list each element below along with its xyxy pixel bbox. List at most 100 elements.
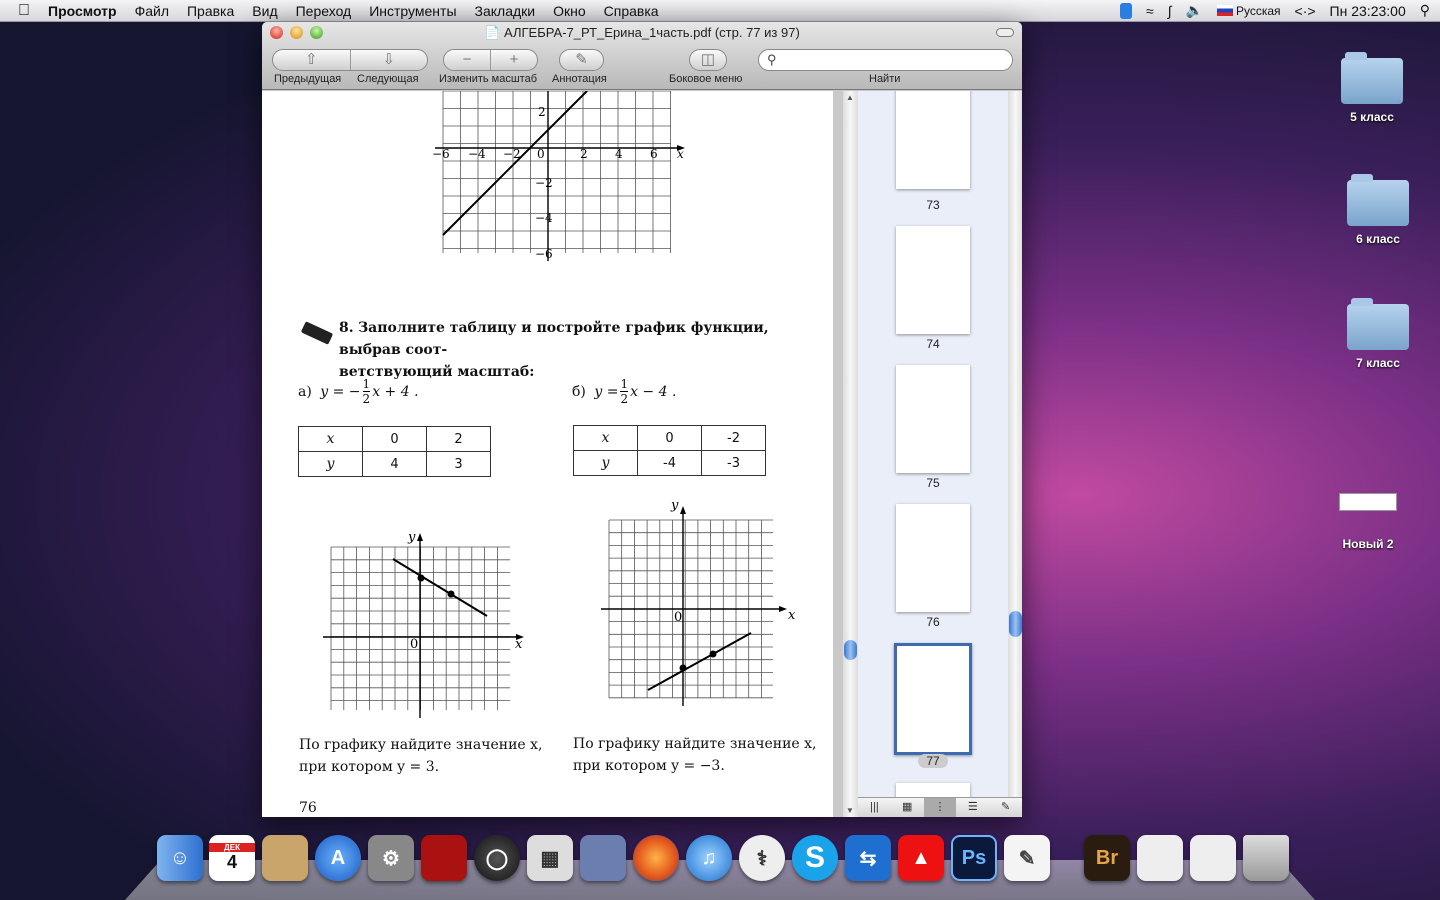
volume-icon[interactable]: 🔈: [1186, 2, 1203, 19]
dock-itunes-icon[interactable]: ♫: [686, 835, 732, 881]
sidebar-scrollbar[interactable]: [1008, 91, 1022, 797]
search-field[interactable]: ⚲: [758, 49, 1013, 71]
plotted-point: [447, 590, 455, 598]
thumbnail-label: 76: [926, 615, 940, 629]
sidebar-toggle-button[interactable]: ◫: [689, 49, 727, 71]
document-scroll-thumb[interactable]: [844, 640, 857, 660]
dock-firefox-icon[interactable]: [633, 835, 679, 881]
dock-minimized-window-1[interactable]: [1137, 835, 1183, 881]
dock-skype-icon[interactable]: S: [792, 835, 838, 881]
annotations-view-icon[interactable]: ✎: [989, 798, 1022, 817]
cell[interactable]: 0: [362, 426, 427, 452]
dock-app-store-icon[interactable]: A: [315, 835, 361, 881]
dock-preview-icon[interactable]: [262, 835, 308, 881]
question-b: По графику найдите значение x, при котор…: [573, 733, 817, 777]
dock-teamviewer-icon[interactable]: ⇆: [845, 835, 891, 881]
cell[interactable]: 0: [637, 425, 702, 451]
task-text: Заполните таблицу и постройте график фун…: [339, 320, 769, 358]
desktop-file-novyi-2[interactable]: Новый 2: [1318, 493, 1418, 551]
dock-automator-icon[interactable]: [580, 835, 626, 881]
dock-system-preferences-icon[interactable]: ⚙: [368, 835, 414, 881]
thumbnail-label: 73: [926, 198, 940, 212]
menu-go[interactable]: Переход: [287, 3, 361, 19]
menu-tools[interactable]: Инструменты: [360, 3, 465, 19]
input-source-menu[interactable]: Русская: [1216, 3, 1281, 18]
dock-textedit-icon[interactable]: ✎: [1004, 835, 1050, 881]
y-axis-arrow: [417, 533, 423, 541]
sidebar-icon: ◫: [700, 51, 716, 68]
thumbnail-page-76[interactable]: [896, 504, 970, 612]
cell: x: [601, 430, 610, 446]
dock-minimized-window-2[interactable]: [1190, 835, 1236, 881]
zoom-in-button[interactable]: +: [490, 50, 537, 70]
thumbnails-view-icon[interactable]: ⋮: [923, 798, 957, 817]
previous-label: Предыдущая: [274, 73, 342, 85]
menu-preview[interactable]: Просмотр: [39, 3, 126, 19]
dock-utility-icon[interactable]: ⚕: [739, 835, 785, 881]
cell[interactable]: 3: [426, 451, 491, 477]
bluetooth-icon[interactable]: ∫: [1168, 3, 1172, 19]
desktop-folder-6[interactable]: 6 класс: [1328, 174, 1428, 246]
formula-text: x + 4 .: [372, 383, 419, 400]
menu-view[interactable]: Вид: [243, 3, 286, 19]
clock[interactable]: Пн 23:23:00: [1330, 3, 1406, 19]
column-view-icon[interactable]: |||: [858, 798, 891, 817]
scroll-down-arrow[interactable]: ▼: [846, 806, 854, 815]
zoom-out-button[interactable]: −: [444, 50, 490, 70]
folder-icon: [1347, 298, 1409, 350]
sidebar-label: Боковое меню: [669, 73, 743, 85]
apple-menu-icon[interactable]: : [0, 2, 39, 20]
spotlight-icon[interactable]: ⚲: [1420, 2, 1430, 19]
fraction-den: 2: [620, 392, 629, 406]
thumbnail-page-78[interactable]: [896, 783, 970, 797]
tick-label: 6: [650, 147, 658, 161]
wifi-icon[interactable]: ≈: [1146, 3, 1154, 19]
scroll-up-arrow[interactable]: ▲: [846, 93, 854, 102]
toc-view-icon[interactable]: ☰: [956, 798, 989, 817]
sidebar-scroll-thumb[interactable]: [1009, 611, 1022, 637]
thumbnail-page-74[interactable]: [896, 226, 970, 334]
task-number: 8.: [339, 320, 354, 336]
menu-window[interactable]: Окно: [544, 3, 595, 19]
dock-bridge-icon[interactable]: Br: [1084, 835, 1130, 881]
desktop-folder-5[interactable]: 5 класс: [1322, 52, 1422, 124]
dock-trash-icon[interactable]: [1243, 835, 1289, 881]
graph-b-y-label: y: [670, 498, 679, 513]
function-line: [392, 558, 488, 617]
input-source-label: Русская: [1235, 3, 1281, 18]
dock-dashboard-icon[interactable]: ◯: [474, 835, 520, 881]
teamviewer-icon[interactable]: [1120, 2, 1132, 19]
graph-a: [323, 533, 524, 718]
dock-ical-icon[interactable]: ДЕК 4: [209, 835, 255, 881]
menu-bookmarks[interactable]: Закладки: [466, 3, 545, 19]
toolbar-toggle-button[interactable]: [996, 28, 1014, 37]
menu-edit[interactable]: Правка: [178, 3, 243, 19]
dock-front-row-icon[interactable]: [421, 835, 467, 881]
cell[interactable]: -3: [701, 450, 766, 476]
cell[interactable]: -4: [637, 450, 702, 476]
cell[interactable]: 4: [362, 451, 427, 477]
dock-app-icon[interactable]: ▲: [898, 835, 944, 881]
table-row: y -4 -3: [573, 450, 766, 476]
menu-file[interactable]: Файл: [126, 3, 178, 19]
dock-calculator-icon[interactable]: ▦: [527, 835, 573, 881]
annotation-button[interactable]: ✎: [559, 49, 604, 71]
screen-sharing-icon[interactable]: <·>: [1295, 3, 1316, 19]
cell[interactable]: -2: [701, 425, 766, 451]
menu-help[interactable]: Справка: [595, 3, 668, 19]
thumbnail-page-77-selected[interactable]: [894, 643, 972, 755]
annotation-label: Аннотация: [552, 73, 607, 85]
thumbnail-page-73[interactable]: [896, 91, 970, 189]
document-scrollbar[interactable]: ▲ ▼: [843, 91, 858, 817]
thumbnail-page-75[interactable]: [896, 365, 970, 473]
previous-page-button[interactable]: ⇧: [273, 50, 350, 70]
table-a: x 0 2 y 4 3: [298, 426, 491, 477]
cell[interactable]: 2: [426, 426, 491, 452]
contact-sheet-icon[interactable]: ▦: [891, 798, 924, 817]
question-text: По графику найдите значение x,: [573, 736, 817, 752]
desktop-folder-7[interactable]: 7 класс: [1328, 298, 1428, 370]
dock-photoshop-icon[interactable]: Ps: [951, 835, 997, 881]
next-page-button[interactable]: ⇩: [349, 50, 428, 70]
thumbnail-label: 75: [926, 476, 940, 490]
dock-finder-icon[interactable]: ☺: [157, 835, 203, 881]
